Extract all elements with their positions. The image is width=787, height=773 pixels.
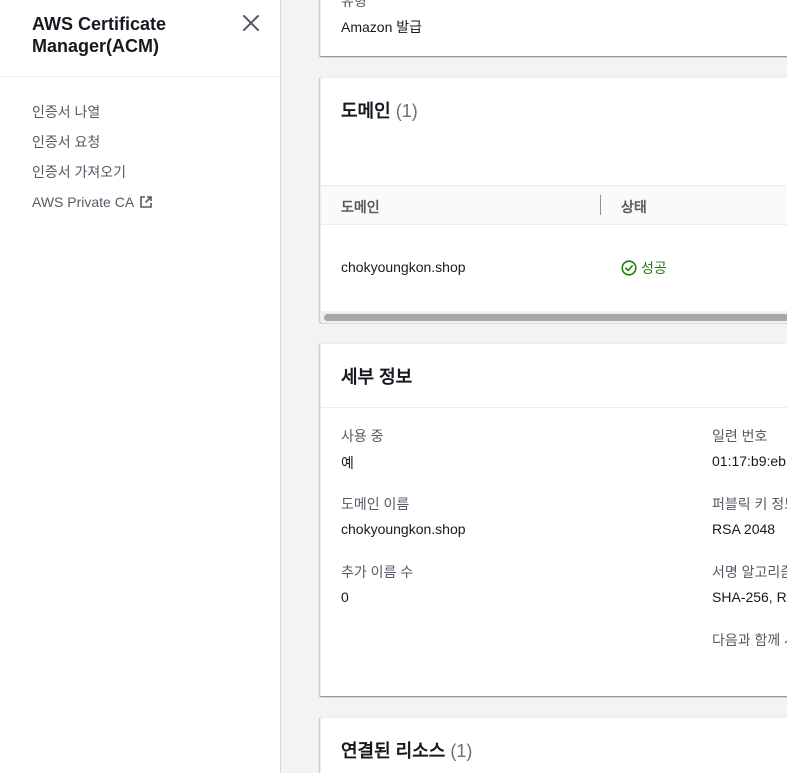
- signature-algorithm-value: SHA-256, RS: [712, 589, 787, 605]
- sidebar-item-request-certificate[interactable]: 인증서 요청: [0, 127, 280, 157]
- in-use-value: 예: [341, 455, 354, 471]
- divider: [321, 407, 787, 408]
- sidebar-nav: 인증서 나열 인증서 요청 인증서 가져오기 AWS Private CA: [0, 77, 280, 217]
- domain-cell: chokyoungkon.shop: [341, 259, 466, 275]
- column-header-status[interactable]: 상태: [621, 197, 647, 217]
- sidebar-header: AWS Certificate Manager(ACM): [0, 0, 280, 77]
- associated-resources-panel: 연결된 리소스 (1): [320, 717, 787, 773]
- external-link-icon: [139, 195, 153, 209]
- used-with-label: 다음과 함께 사: [712, 632, 787, 648]
- serial-number-value: 01:17:b9:eb: [712, 453, 786, 469]
- additional-names-label: 추가 이름 수: [341, 564, 414, 580]
- domain-name-value: chokyoungkon.shop: [341, 521, 466, 537]
- type-value: Amazon 발급: [341, 19, 423, 35]
- in-use-label: 사용 중: [341, 428, 384, 444]
- sidebar-title[interactable]: AWS Certificate Manager(ACM): [32, 13, 222, 57]
- domains-heading: 도메인 (1): [341, 97, 418, 123]
- type-label: 유형: [341, 0, 367, 9]
- serial-number-label: 일련 번호: [712, 428, 768, 444]
- additional-names-value: 0: [341, 589, 349, 605]
- public-key-label: 퍼블릭 키 정보: [712, 496, 787, 512]
- horizontal-scrollbar[interactable]: [321, 311, 787, 323]
- domains-title: 도메인: [341, 101, 391, 121]
- domains-table-header: 도메인 상태: [321, 185, 787, 225]
- public-key-value: RSA 2048: [712, 521, 776, 537]
- sidebar-item-label: 인증서 나열: [32, 104, 101, 120]
- details-title: 세부 정보: [341, 367, 413, 387]
- status-text: 성공: [641, 260, 667, 276]
- main-content: 유형 Amazon 발급 도메인 (1) 도메인 상태 chokyoungkon…: [320, 0, 787, 773]
- resources-heading: 연결된 리소스 (1): [341, 737, 472, 763]
- scrollbar-thumb[interactable]: [324, 314, 787, 321]
- sidebar-item-label: 인증서 가져오기: [32, 164, 127, 180]
- sidebar-item-list-certificates[interactable]: 인증서 나열: [0, 97, 280, 127]
- domains-panel: 도메인 (1) 도메인 상태 chokyoungkon.shop 성공: [320, 77, 787, 323]
- status-badge: 성공: [621, 258, 667, 278]
- resources-count: (1): [450, 741, 473, 761]
- close-icon[interactable]: [240, 12, 262, 34]
- sidebar-item-import-certificate[interactable]: 인증서 가져오기: [0, 157, 280, 187]
- sidebar-item-label: 인증서 요청: [32, 134, 101, 150]
- side-navigation: AWS Certificate Manager(ACM) 인증서 나열 인증서 …: [0, 0, 281, 773]
- column-header-domain[interactable]: 도메인: [341, 197, 380, 217]
- details-panel: 세부 정보 사용 중 예 도메인 이름 chokyoungkon.shop 추가…: [320, 343, 787, 696]
- success-check-icon: [621, 260, 637, 276]
- domains-count: (1): [395, 101, 418, 121]
- certificate-status-panel: 유형 Amazon 발급: [320, 0, 787, 56]
- column-resize-handle[interactable]: [600, 195, 601, 215]
- sidebar-item-private-ca[interactable]: AWS Private CA: [0, 187, 280, 217]
- sidebar-item-label: AWS Private CA: [32, 194, 135, 210]
- domain-name-label: 도메인 이름: [341, 496, 410, 512]
- signature-algorithm-label: 서명 알고리즘: [712, 564, 787, 580]
- resources-title: 연결된 리소스: [341, 741, 446, 761]
